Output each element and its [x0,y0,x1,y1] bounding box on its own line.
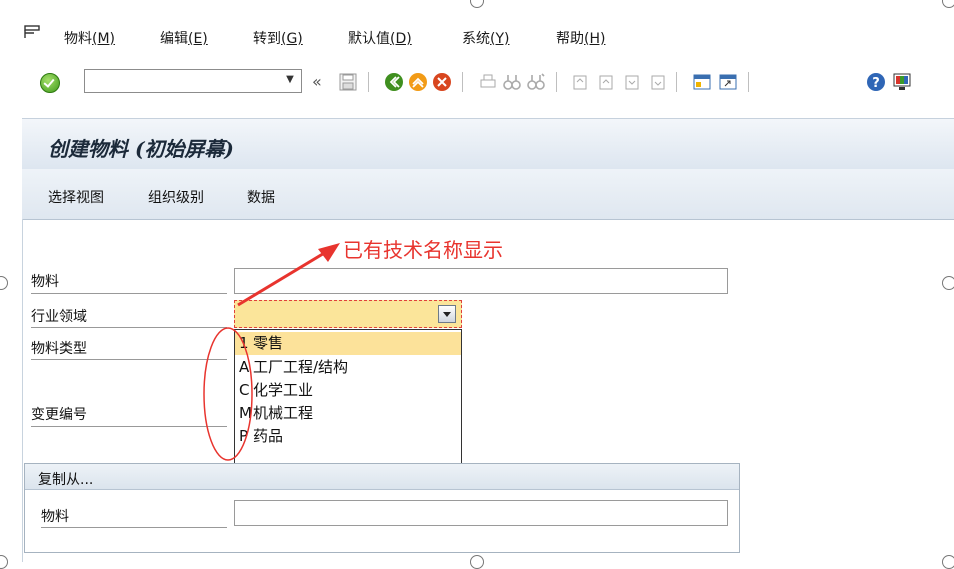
toolbar-separator [368,72,369,92]
label-underline [41,527,227,528]
org-levels-button[interactable]: 组织级别 [148,187,204,207]
menu-bar: 物料(M) 编辑(E) 转到(G) 默认值(D) 系统(Y) 帮助(H) [0,0,954,58]
screen-title: 创建物料 (初始屏幕) [48,137,234,161]
copy-from-title: 复制从... [38,472,94,488]
customize-layout-icon[interactable] [892,72,912,92]
toolbar-separator [556,72,557,92]
next-page-icon [625,75,639,90]
material-input[interactable] [234,268,728,294]
resize-handle [942,276,954,290]
industry-sector-dropdown-list: 1 零售 A 工厂工程/结构 C 化学工业 M 机械工程 P 药品 [234,329,462,475]
enter-check-icon[interactable] [40,73,60,93]
select-views-button[interactable]: 选择视图 [48,187,104,207]
label-underline [31,327,227,328]
create-session-icon[interactable] [692,72,712,92]
resize-handle [0,276,8,290]
copy-material-label: 物料 [41,509,69,525]
menu-material[interactable]: 物料(M) [64,28,115,48]
copy-material-input[interactable] [234,500,728,526]
find-icon [503,75,521,90]
print-icon [480,74,496,88]
dropdown-option-retail[interactable]: 1 零售 [235,332,461,355]
svg-text:?: ? [872,76,880,91]
label-underline [31,359,227,360]
application-toolbar: 选择视图 组织级别 数据 [22,169,954,220]
menu-goto[interactable]: 转到(G) [253,28,303,48]
command-dropdown-icon[interactable]: ▼ [282,72,298,88]
collapse-toolbar-icon[interactable]: « [312,72,332,92]
material-type-label: 物料类型 [31,341,87,357]
industry-sector-label: 行业领域 [31,309,87,325]
annotation-text: 已有技术名称显示 [343,238,503,262]
toolbar-separator [462,72,463,92]
dropdown-option-mechanical-engineering[interactable]: M 机械工程 [235,402,461,425]
copy-from-group: 复制从... 物料 [24,463,740,553]
find-next-icon [527,73,545,90]
save-icon[interactable] [338,72,358,92]
last-page-icon [651,75,665,90]
label-underline [31,293,227,294]
standard-toolbar: ▼ « ? [0,62,954,102]
data-button[interactable]: 数据 [247,187,275,207]
previous-page-icon [599,75,613,90]
menu-help[interactable]: 帮助(H) [556,28,605,48]
help-icon[interactable]: ? [866,72,886,92]
toolbar-separator [676,72,677,92]
resize-handle [0,555,8,569]
dropdown-arrow-icon[interactable] [438,305,456,323]
toolbar-separator [748,72,749,92]
label-underline [31,426,227,427]
resize-handle [942,555,954,569]
screen-left-border [22,219,23,562]
first-page-icon [573,75,587,90]
menu-defaults[interactable]: 默认值(D) [348,28,412,48]
annotation-arrow-head [318,243,340,262]
screen-title-bar: 创建物料 (初始屏幕) [22,118,954,170]
shortcut-icon[interactable] [718,72,738,92]
menu-edit[interactable]: 编辑(E) [160,28,208,48]
dropdown-option-chemical-industry[interactable]: C 化学工业 [235,379,461,402]
cancel-icon[interactable] [432,72,452,92]
change-number-label: 变更编号 [31,407,87,423]
industry-sector-select[interactable] [234,300,462,328]
exit-icon[interactable] [408,72,428,92]
menu-system[interactable]: 系统(Y) [462,28,509,48]
dropdown-option-plant-engineering[interactable]: A 工厂工程/结构 [235,356,461,379]
dropdown-option-pharmaceuticals[interactable]: P 药品 [235,425,461,448]
command-field[interactable] [84,69,302,93]
resize-handle [470,555,484,569]
material-label: 物料 [31,274,59,290]
back-icon[interactable] [384,72,404,92]
menu-window-icon[interactable] [24,25,40,39]
copy-from-header: 复制从... [25,464,739,490]
